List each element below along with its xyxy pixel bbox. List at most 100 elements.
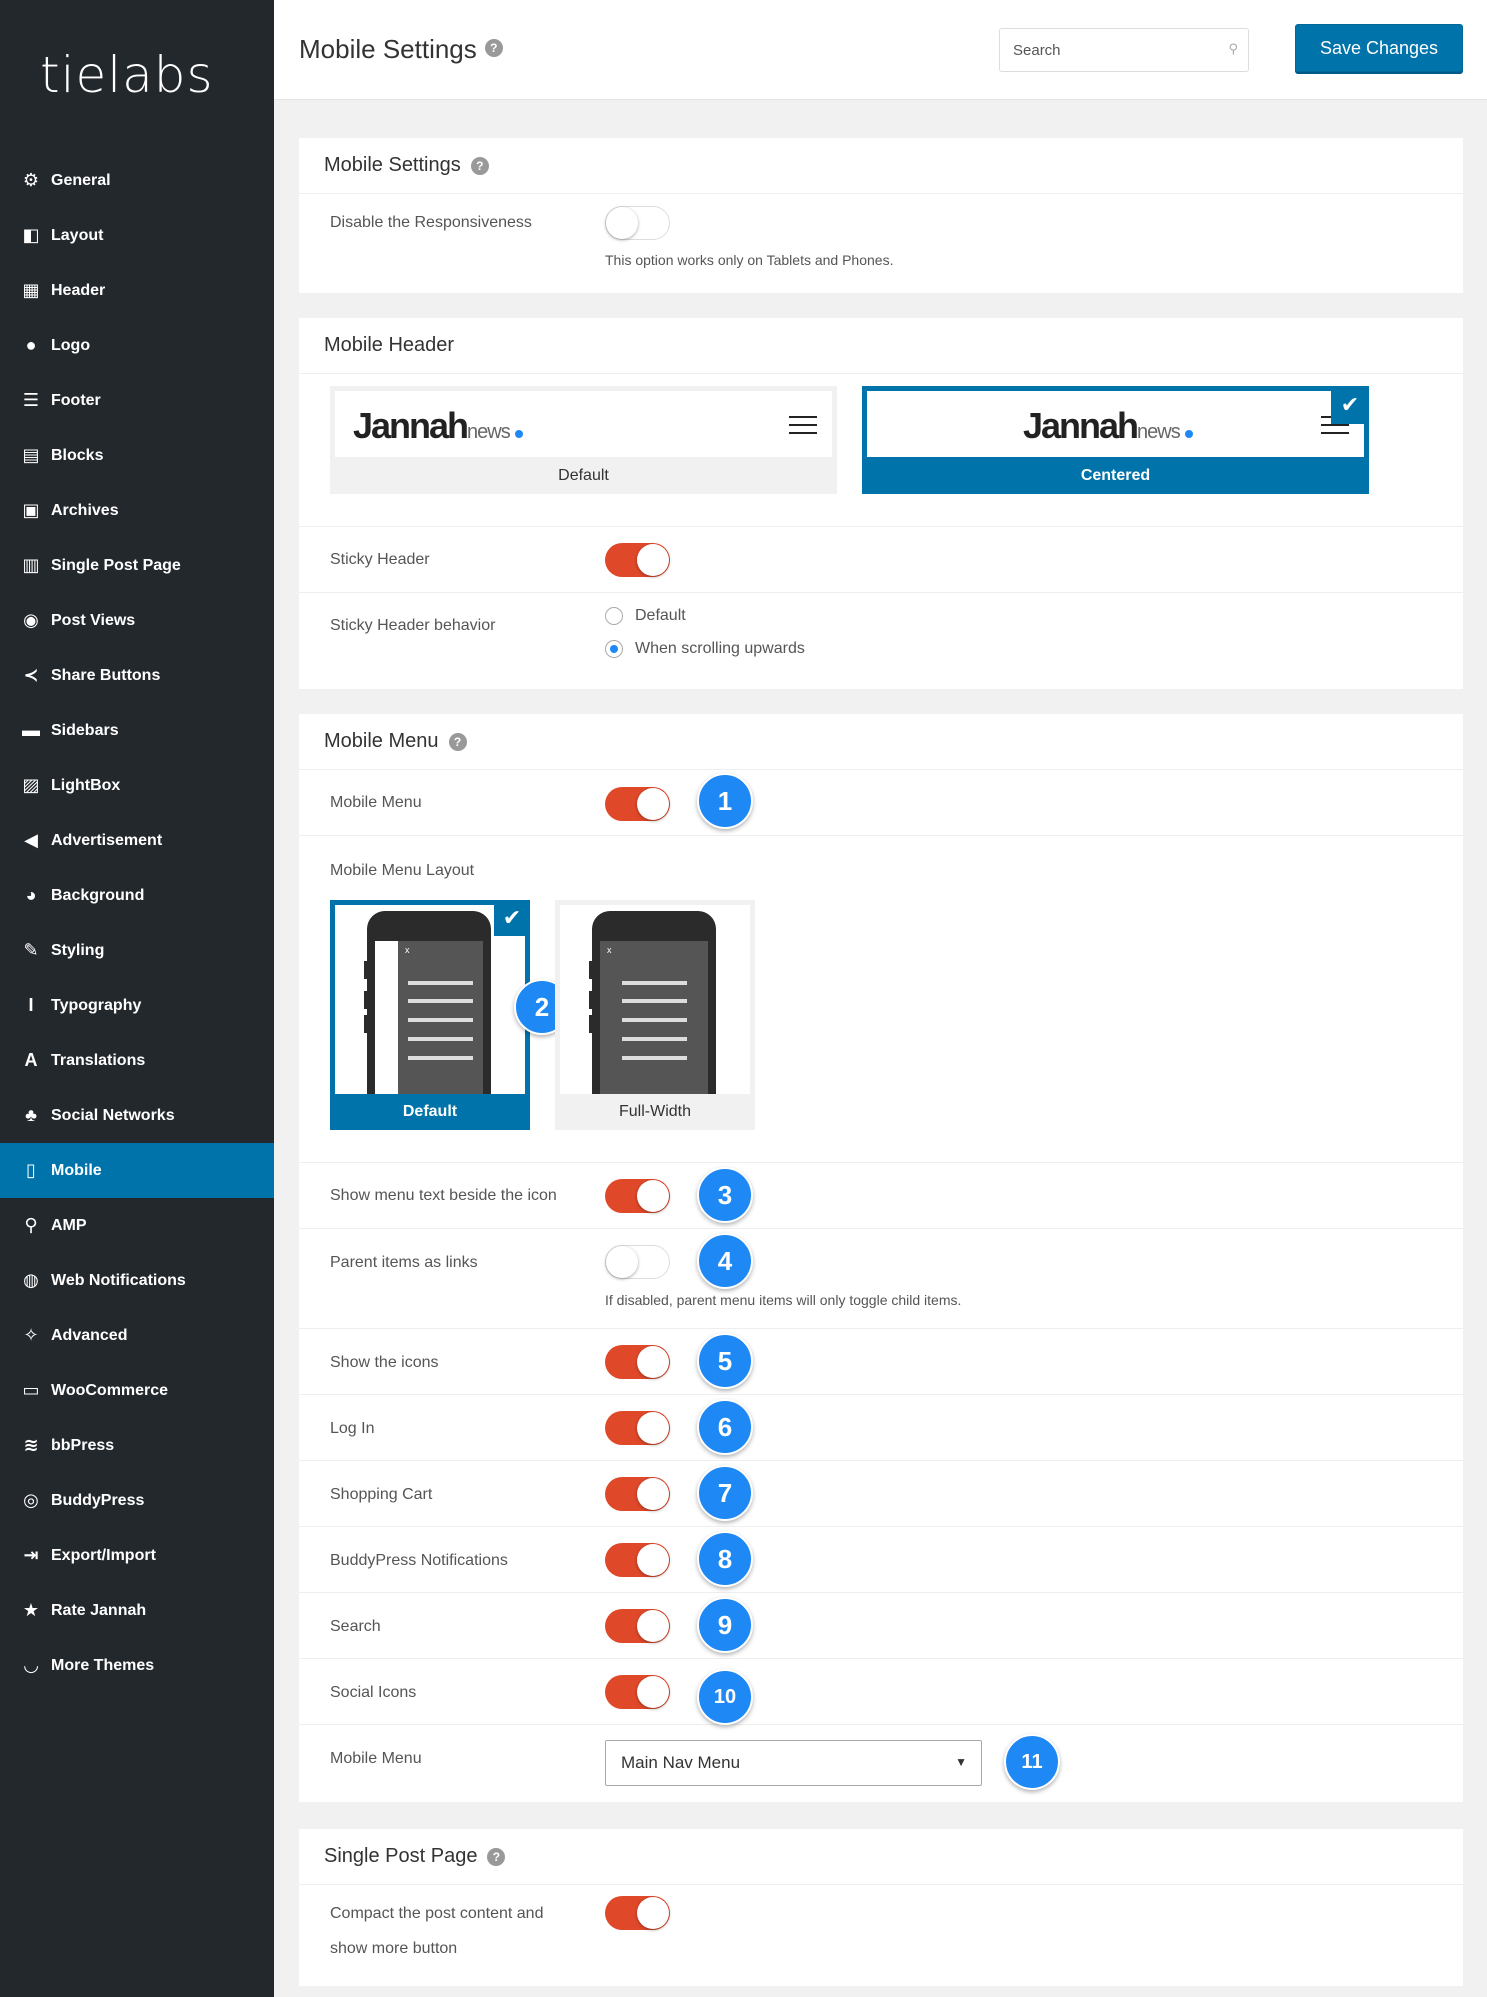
setting-row: Shopping Cart 7 <box>299 1461 1463 1527</box>
setting-row: Search 9 <box>299 1593 1463 1659</box>
archives-icon: ▣ <box>22 500 40 520</box>
sidebar-item-social-networks[interactable]: ♣ Social Networks <box>0 1088 274 1143</box>
help-icon[interactable]: ? <box>448 732 467 751</box>
sidebar-item-translations[interactable]: A Translations <box>0 1033 274 1088</box>
sidebar-item-bbpress[interactable]: ≋ bbPress <box>0 1418 274 1473</box>
parent-items-links-toggle[interactable] <box>605 1245 670 1279</box>
sidebar-item-typography[interactable]: I Typography <box>0 978 274 1033</box>
sidebar-item-styling[interactable]: ✎ Styling <box>0 923 274 978</box>
panel-title: Mobile Menu? <box>299 714 1463 770</box>
sidebar-item-background[interactable]: ◕ Background <box>0 868 274 923</box>
show-menu-text-toggle[interactable] <box>605 1179 670 1213</box>
setting-row: Social Icons 10 <box>299 1659 1463 1725</box>
checkmark-icon: ✔ <box>494 900 530 936</box>
sidebar-item-label: Social Networks <box>51 1106 175 1124</box>
sidebar-item-label: LightBox <box>51 776 121 794</box>
help-icon[interactable]: ? <box>484 39 503 58</box>
sidebar-item-more-themes[interactable]: ◡ More Themes <box>0 1638 274 1693</box>
sidebar-item-web-notifications[interactable]: ◍ Web Notifications <box>0 1253 274 1308</box>
sidebar-item-share-buttons[interactable]: ≺ Share Buttons <box>0 648 274 703</box>
sticky-behavior-scrolling-radio[interactable]: When scrolling upwards <box>605 640 805 658</box>
sticky-behavior-default-radio[interactable]: Default <box>605 607 686 625</box>
toggle-knob <box>637 788 669 820</box>
setting-row: Sticky Header <box>299 527 1463 593</box>
setting-label: Disable the Responsiveness <box>330 214 532 231</box>
radio-label: Default <box>635 607 686 624</box>
wrench-icon: ✧ <box>23 1325 39 1345</box>
shopping-cart-toggle[interactable] <box>605 1477 670 1511</box>
sticky-header-toggle[interactable] <box>605 543 670 577</box>
mobile-menu-toggle[interactable] <box>605 787 670 821</box>
callout-badge: 3 <box>697 1167 753 1223</box>
setting-hint: If disabled, parent menu items will only… <box>605 1292 962 1308</box>
search-toggle[interactable] <box>605 1609 670 1643</box>
disable-responsiveness-toggle[interactable] <box>605 206 670 240</box>
sidebar-item-general[interactable]: ⚙ General <box>0 153 274 208</box>
italic-icon: I <box>28 995 34 1015</box>
mobile-menu-select[interactable]: Main Nav Menu ▼ <box>605 1740 982 1786</box>
search-input[interactable] <box>1000 29 1200 71</box>
search-icon: ⚲ <box>24 1215 38 1235</box>
sidebar-item-single-post-page[interactable]: ▥ Single Post Page <box>0 538 274 593</box>
sidebar-item-blocks[interactable]: ▤ Blocks <box>0 428 274 483</box>
sidebar-item-post-views[interactable]: ◉ Post Views <box>0 593 274 648</box>
buddypress-notifications-toggle[interactable] <box>605 1543 670 1577</box>
panel-mobile-header: Mobile Header Jannahnews Default Jannahn… <box>299 318 1463 689</box>
setting-label: Show menu text beside the icon <box>330 1187 557 1204</box>
toggle-knob <box>637 1478 669 1510</box>
login-toggle[interactable] <box>605 1411 670 1445</box>
palette-icon: ◕ <box>25 885 37 905</box>
sidebar-item-rate-jannah[interactable]: ★ Rate Jannah <box>0 1583 274 1638</box>
social-icons-toggle[interactable] <box>605 1675 670 1709</box>
setting-label: show more button <box>330 1940 458 1957</box>
menu-layout-default[interactable]: x ✔ Default <box>330 900 530 1130</box>
compact-post-toggle[interactable] <box>605 1896 670 1930</box>
sidebar-item-export-import[interactable]: ⇥ Export/Import <box>0 1528 274 1583</box>
sidebar-item-mobile[interactable]: ▯ Mobile <box>0 1143 274 1198</box>
setting-label: Sticky Header behavior <box>330 617 496 634</box>
header-layout-default[interactable]: Jannahnews Default <box>330 386 837 494</box>
sidebar-item-logo[interactable]: ● Logo <box>0 318 274 373</box>
sidebar-item-footer[interactable]: ☰ Footer <box>0 373 274 428</box>
toggle-knob <box>637 1676 669 1708</box>
search-field[interactable]: ⚲ <box>999 28 1249 72</box>
show-icons-toggle[interactable] <box>605 1345 670 1379</box>
setting-label: Log In <box>330 1420 375 1437</box>
save-changes-button[interactable]: Save Changes <box>1295 24 1463 72</box>
sidebar-item-header[interactable]: ▦ Header <box>0 263 274 318</box>
sidebar-item-label: Export/Import <box>51 1546 156 1564</box>
sidebar-item-amp[interactable]: ⚲ AMP <box>0 1198 274 1253</box>
tielabs-logo[interactable]: tielabs <box>40 50 235 100</box>
eye-icon: ◉ <box>23 610 39 630</box>
buddypress-icon: ◎ <box>23 1490 39 1510</box>
sidebar-nav: ⚙ General ◧ Layout ▦ Header ● Logo ☰ Footer ▤ Block… <box>0 153 274 1693</box>
sidebar-item-sidebars[interactable]: ▬ Sidebars <box>0 703 274 758</box>
radio-label: When scrolling upwards <box>635 640 805 657</box>
sidebar-item-layout[interactable]: ◧ Layout <box>0 208 274 263</box>
sidebar-item-buddypress[interactable]: ◎ BuddyPress <box>0 1473 274 1528</box>
help-icon[interactable]: ? <box>487 1847 506 1866</box>
sidebar-item-label: Share Buttons <box>51 666 161 684</box>
sidebar-item-advanced[interactable]: ✧ Advanced <box>0 1308 274 1363</box>
sidebar-item-label: General <box>51 171 111 189</box>
toggle-knob <box>606 1246 638 1278</box>
sidebar-item-label: Header <box>51 281 106 299</box>
setting-label: Shopping Cart <box>330 1486 433 1503</box>
gear-icon: ⚙ <box>22 170 40 190</box>
sidebar-item-archives[interactable]: ▣ Archives <box>0 483 274 538</box>
hamburger-icon <box>789 416 817 434</box>
setting-row: Disable the Responsiveness This option w… <box>299 194 1463 293</box>
sidebar-item-advertisement[interactable]: ◀ Advertisement <box>0 813 274 868</box>
menu-layout-fullwidth[interactable]: x Full-Width <box>555 900 755 1130</box>
sidebar-item-label: Archives <box>51 501 119 519</box>
help-icon[interactable]: ? <box>470 156 489 175</box>
share-icon: ≺ <box>23 665 39 685</box>
radio-circle <box>605 640 623 658</box>
header-layout-centered[interactable]: Jannahnews ✔ Centered <box>862 386 1369 494</box>
sidebar-item-lightbox[interactable]: ▨ LightBox <box>0 758 274 813</box>
megaphone-icon: ◀ <box>24 830 38 850</box>
setting-label: Show the icons <box>330 1354 439 1371</box>
sidebar-item-label: Single Post Page <box>51 556 181 574</box>
sidebar-item-woocommerce[interactable]: ▭ WooCommerce <box>0 1363 274 1418</box>
radio-circle <box>605 607 623 625</box>
